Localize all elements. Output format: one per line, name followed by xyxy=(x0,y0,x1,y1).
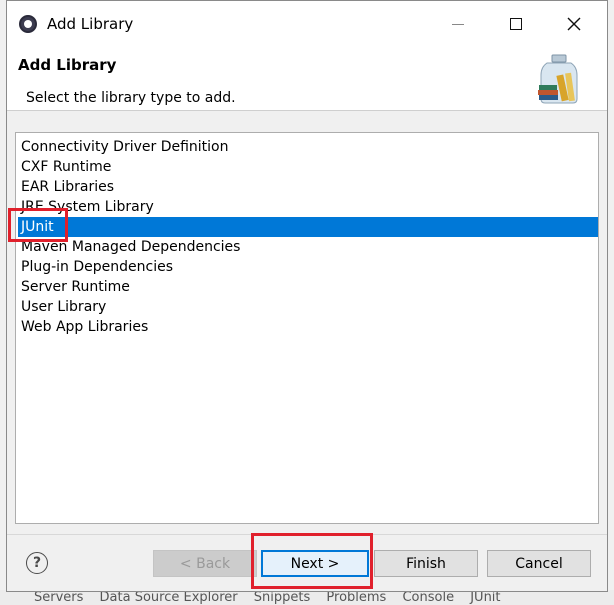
bg-tab: Data Source Explorer xyxy=(99,590,238,605)
header-title: Add Library xyxy=(18,56,117,74)
list-item[interactable]: Connectivity Driver Definition xyxy=(18,137,598,157)
list-item[interactable]: Web App Libraries xyxy=(18,317,598,337)
close-button[interactable] xyxy=(559,11,589,37)
list-item[interactable]: CXF Runtime xyxy=(18,157,598,177)
minimize-button[interactable] xyxy=(443,11,473,37)
back-button[interactable]: < Back xyxy=(153,550,257,577)
next-button[interactable]: Next > xyxy=(261,550,369,577)
maximize-button[interactable] xyxy=(501,11,531,37)
wizard-header: Add Library Select the library type to a… xyxy=(7,47,607,111)
list-item-selected[interactable]: JUnit xyxy=(18,217,598,237)
footer-separator xyxy=(7,534,607,535)
list-item[interactable]: Plug-in Dependencies xyxy=(18,257,598,277)
finish-button[interactable]: Finish xyxy=(374,550,478,577)
list-item[interactable]: User Library xyxy=(18,297,598,317)
maximize-icon xyxy=(510,18,522,30)
list-item[interactable]: Server Runtime xyxy=(18,277,598,297)
bg-tab: Servers xyxy=(34,590,84,605)
close-icon xyxy=(567,17,581,31)
eclipse-icon xyxy=(19,15,37,33)
background-ide-tabs: Servers Data Source Explorer Snippets Pr… xyxy=(0,590,614,605)
bg-tab: JUnit xyxy=(470,590,501,605)
list-item[interactable]: Maven Managed Dependencies xyxy=(18,237,598,257)
bg-tab: Snippets xyxy=(253,590,311,605)
header-subtitle: Select the library type to add. xyxy=(26,90,236,106)
bg-tab: Console xyxy=(402,590,455,605)
list-item[interactable]: JRE System Library xyxy=(18,197,598,217)
title-bar[interactable]: Add Library xyxy=(7,1,607,47)
library-jar-icon xyxy=(538,54,578,104)
minimize-icon xyxy=(452,23,464,25)
library-type-list[interactable]: Connectivity Driver Definition CXF Runti… xyxy=(15,132,599,524)
bg-tab: Problems xyxy=(326,590,387,605)
list-item[interactable]: EAR Libraries xyxy=(18,177,598,197)
add-library-dialog: Add Library Add Library Select the libra… xyxy=(6,0,608,592)
help-button[interactable]: ? xyxy=(26,552,48,574)
cancel-button[interactable]: Cancel xyxy=(487,550,591,577)
window-title: Add Library xyxy=(47,15,134,33)
